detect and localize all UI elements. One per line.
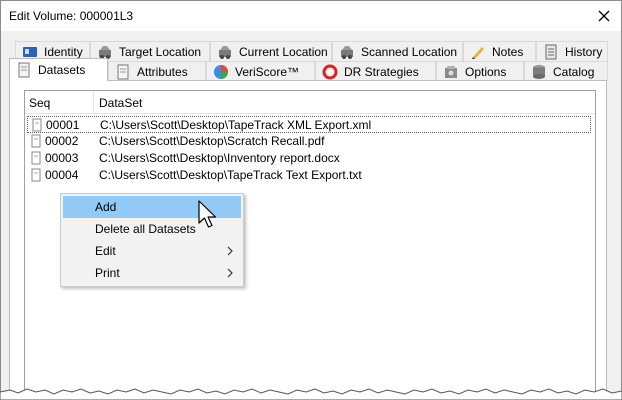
attributes-icon [117, 64, 129, 79]
column-header-dataset[interactable]: DataSet [99, 96, 142, 110]
file-icon [31, 151, 41, 165]
column-header-seq[interactable]: Seq [29, 96, 50, 110]
row-dataset: C:\Users\Scott\Desktop\TapeTrack XML Exp… [100, 118, 372, 132]
row-seq: 00004 [45, 168, 79, 182]
current-location-icon [219, 45, 231, 59]
tab-catalog[interactable]: Catalog [524, 61, 608, 81]
tab-label: Identity [44, 44, 83, 59]
row-seq: 00001 [46, 118, 80, 132]
tab-label: Notes [492, 44, 524, 59]
column-separator[interactable] [93, 91, 94, 113]
close-button[interactable] [587, 1, 621, 31]
datasets-icon [18, 62, 30, 78]
catalog-icon [533, 64, 545, 79]
tab-label: Current Location [239, 44, 328, 59]
tab-scanned-location[interactable]: Scanned Location [332, 41, 463, 61]
notes-icon [472, 46, 484, 59]
tab-label: Attributes [137, 64, 188, 79]
file-icon [32, 118, 42, 132]
menu-item-label: Edit [95, 244, 116, 258]
menu-item-label: Add [95, 200, 117, 214]
chevron-right-icon [227, 246, 233, 256]
tab-label: History [565, 44, 603, 59]
tab-label: DR Strategies [344, 64, 419, 79]
list-item[interactable]: 00003 C:\Users\Scott\Desktop\Inventory r… [27, 150, 591, 167]
title-bar: Edit Volume: 000001L3 [1, 1, 621, 31]
scanned-location-icon [341, 45, 353, 59]
menu-item-edit[interactable]: Edit [63, 240, 241, 262]
tab-current-location[interactable]: Current Location [210, 41, 332, 61]
chevron-right-icon [227, 268, 233, 278]
tab-notes[interactable]: Notes [463, 41, 536, 61]
tab-label: Target Location [119, 44, 202, 59]
file-icon [31, 134, 41, 148]
tab-target-location[interactable]: Target Location [90, 41, 210, 61]
row-dataset: C:\Users\Scott\Desktop\Inventory report.… [99, 151, 340, 165]
tab-label: Options [465, 64, 507, 79]
tab-veriscore[interactable]: VeriScore™ [206, 61, 315, 81]
tab-label: Catalog [553, 64, 595, 79]
menu-item-print[interactable]: Print [63, 262, 241, 284]
tab-history[interactable]: History [536, 41, 608, 61]
tab-options[interactable]: Options [436, 61, 524, 81]
veriscore-icon [214, 64, 228, 79]
tab-attributes[interactable]: Attributes [108, 61, 206, 81]
window-title: Edit Volume: 000001L3 [9, 9, 134, 23]
list-item[interactable]: 00004 C:\Users\Scott\Desktop\TapeTrack T… [27, 167, 591, 184]
dr-strategies-icon [322, 64, 338, 79]
torn-edge-decoration [0, 388, 622, 400]
list-header: Seq DataSet [25, 91, 595, 114]
row-dataset: C:\Users\Scott\Desktop\Scratch Recall.pd… [99, 134, 325, 148]
file-icon [31, 168, 41, 182]
list-item[interactable]: 00002 C:\Users\Scott\Desktop\Scratch Rec… [27, 133, 591, 150]
mouse-cursor-icon [198, 200, 217, 228]
list-item[interactable]: 00001 C:\Users\Scott\Desktop\TapeTrack X… [27, 116, 591, 133]
row-seq: 00003 [45, 151, 79, 165]
tab-dr-strategies[interactable]: DR Strategies [315, 61, 436, 81]
history-icon [545, 44, 557, 59]
menu-item-label: Delete all Datasets [95, 222, 196, 236]
tab-datasets[interactable]: Datasets [9, 58, 108, 81]
tab-label: Datasets [38, 63, 86, 77]
close-icon [598, 10, 610, 22]
tab-label: VeriScore™ [235, 64, 300, 79]
options-icon [445, 65, 457, 78]
tab-label: Scanned Location [361, 44, 458, 59]
row-dataset: C:\Users\Scott\Desktop\TapeTrack Text Ex… [99, 168, 362, 182]
menu-item-label: Print [95, 266, 120, 280]
row-seq: 00002 [45, 134, 79, 148]
